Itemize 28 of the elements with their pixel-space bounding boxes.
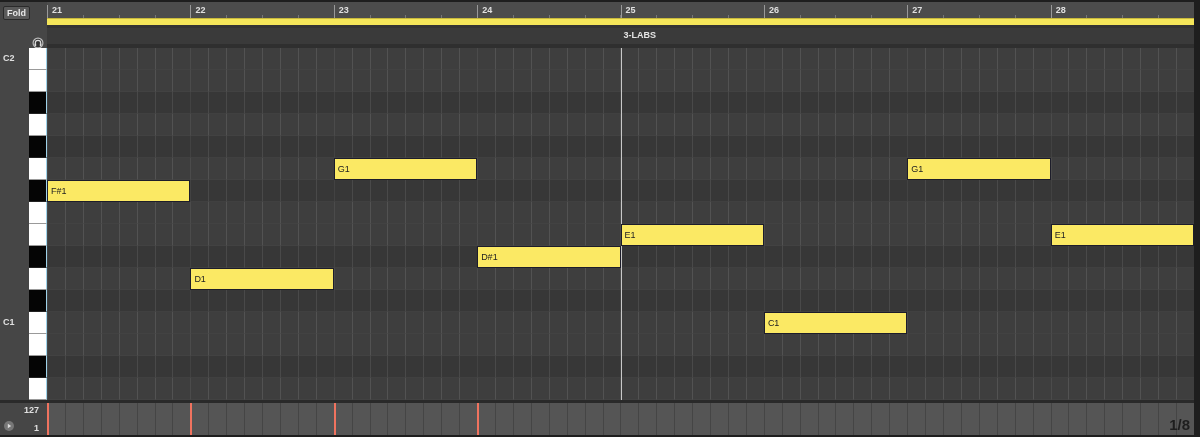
midi-note[interactable]: D1 xyxy=(190,268,334,290)
loop-bar[interactable] xyxy=(47,18,1194,25)
velocity-min-label: 1 xyxy=(34,423,39,433)
midi-note[interactable]: G1 xyxy=(907,158,1051,180)
midi-note[interactable]: D#1 xyxy=(477,246,621,268)
sharp-piano-key[interactable] xyxy=(29,92,47,114)
velocity-marker[interactable] xyxy=(477,403,480,435)
sharp-piano-key[interactable] xyxy=(29,356,47,378)
midi-note[interactable]: F#1 xyxy=(47,180,191,202)
velocity-max-label: 127 xyxy=(23,405,39,415)
play-icon[interactable] xyxy=(4,421,14,431)
midi-note[interactable]: E1 xyxy=(1050,224,1194,246)
sharp-piano-key[interactable] xyxy=(29,136,47,158)
velocity-marker[interactable] xyxy=(190,403,193,435)
octave-label: C2 xyxy=(3,53,15,63)
octave-label: C1 xyxy=(3,317,15,327)
midi-note[interactable]: G1 xyxy=(333,158,478,180)
velocity-marker[interactable] xyxy=(47,403,49,435)
fold-button[interactable]: Fold xyxy=(3,6,30,20)
sharp-piano-key[interactable] xyxy=(29,246,47,268)
headphones-icon[interactable] xyxy=(32,37,44,49)
locator-label[interactable]: 3-LABS xyxy=(620,30,656,40)
sharp-piano-key[interactable] xyxy=(29,290,47,312)
grid-size-label: 1/8 xyxy=(1169,416,1190,433)
midi-note[interactable]: E1 xyxy=(620,224,764,246)
sharp-piano-key[interactable] xyxy=(29,180,47,202)
velocity-marker[interactable] xyxy=(333,403,336,435)
midi-note[interactable]: C1 xyxy=(763,312,908,334)
